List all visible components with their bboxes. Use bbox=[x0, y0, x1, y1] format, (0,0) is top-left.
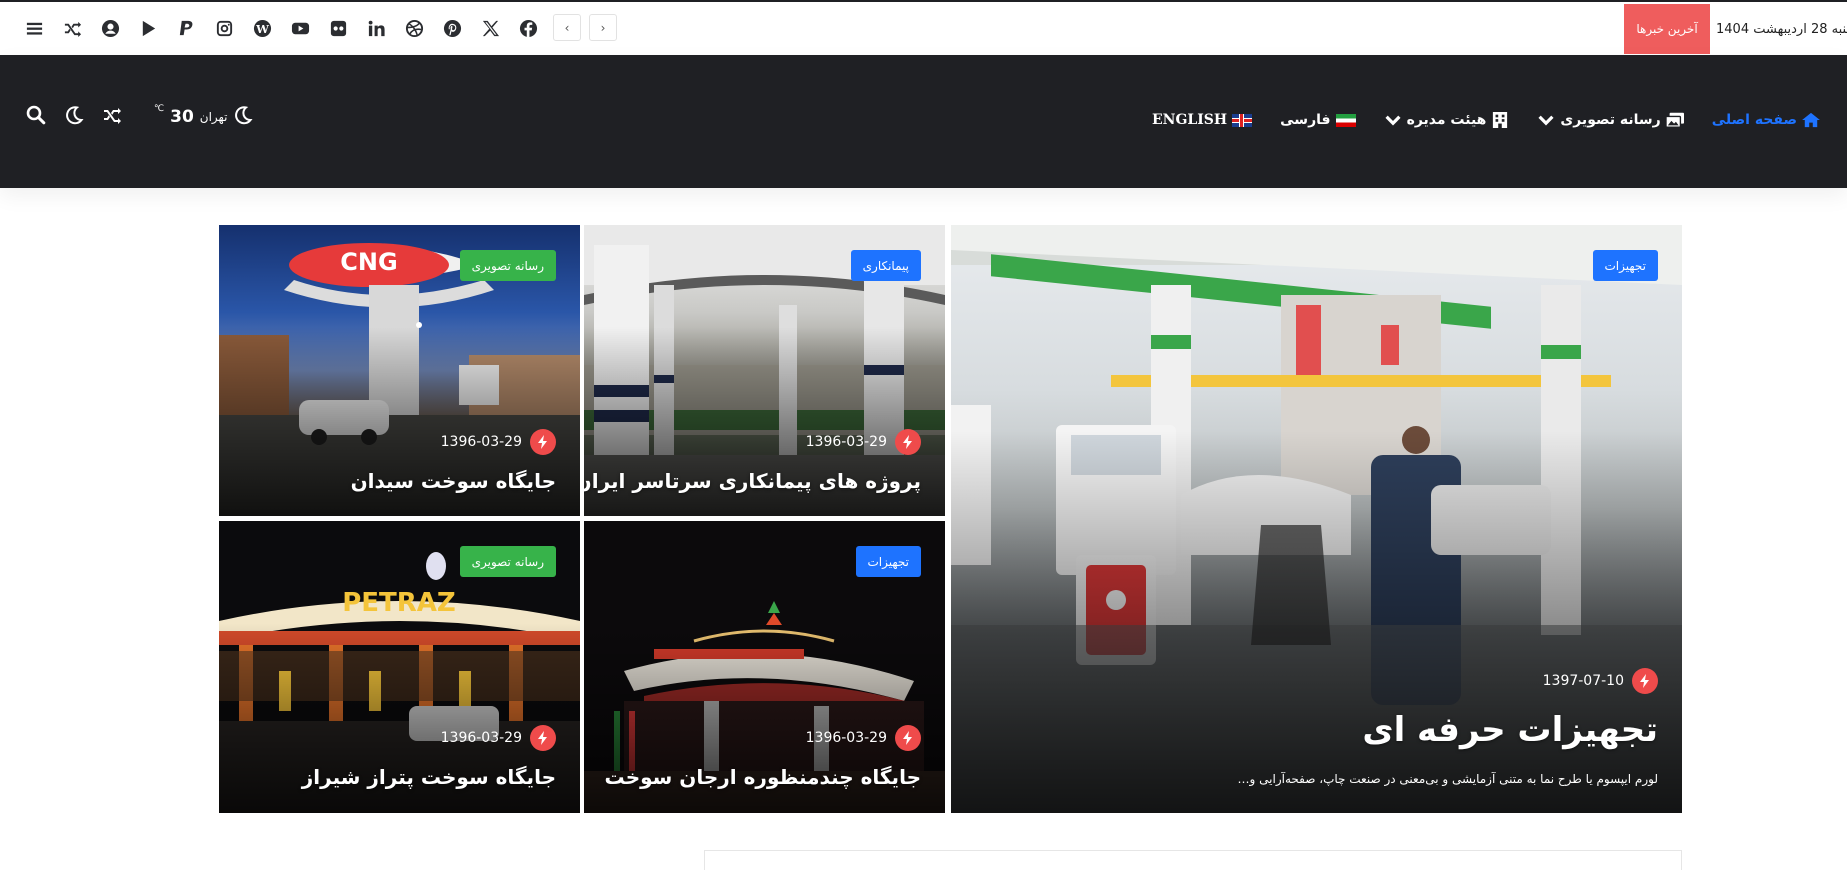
main-menu: صفحه اصلی رسانه تصویری هیئت مدیره فارسی … bbox=[1140, 105, 1820, 135]
nav-tools: تهران 30 ℃ bbox=[26, 104, 253, 129]
post-date: 1396-03-29 bbox=[805, 730, 887, 746]
ticker-pager: ‹ › bbox=[553, 14, 617, 41]
content-box bbox=[704, 850, 1682, 870]
bolt-icon bbox=[895, 725, 921, 751]
instagram-icon[interactable] bbox=[210, 14, 238, 42]
youtube-icon[interactable] bbox=[286, 14, 314, 42]
building-icon bbox=[1493, 112, 1508, 128]
menu-english-label: ENGLISH bbox=[1151, 112, 1228, 128]
x-icon[interactable] bbox=[476, 14, 504, 42]
linkedin-icon[interactable] bbox=[362, 14, 390, 42]
menu-icon[interactable] bbox=[20, 14, 48, 42]
post-meta: 1396-03-29 bbox=[806, 429, 921, 455]
menu-home-label: صفحه اصلی bbox=[1711, 112, 1797, 128]
category-badge[interactable]: رسانه تصویری bbox=[459, 250, 556, 281]
post-tile[interactable]: پیمانکاری 1396-03-29 پروژه های پیمانکاری… bbox=[584, 225, 945, 516]
menu-media[interactable]: رسانه تصویری bbox=[1537, 112, 1684, 128]
breaking-news-label: آخرین خبرها bbox=[1624, 4, 1710, 54]
menu-english[interactable]: ENGLISH bbox=[1151, 112, 1253, 128]
user-icon[interactable] bbox=[96, 14, 124, 42]
random-post-icon[interactable] bbox=[102, 105, 122, 129]
featured-excerpt: لورم ایپسوم یا طرح نما به متنی آزمایشی و… bbox=[1237, 772, 1658, 786]
post-tile[interactable]: تجهیزات 1396-03-29 جایگاه چندمنظوره ارجا… bbox=[584, 521, 945, 813]
menu-board[interactable]: هیئت مدیره bbox=[1384, 112, 1510, 128]
play-icon[interactable] bbox=[134, 14, 162, 42]
post-title[interactable]: پروژه های پیمانکاری سرتاسر ایران bbox=[584, 469, 921, 493]
weather-city: تهران bbox=[199, 110, 228, 124]
featured-post[interactable]: تجهیزات 1397-07-10 تجهیزات حرفه ای لورم … bbox=[951, 225, 1682, 813]
bolt-icon bbox=[530, 429, 556, 455]
weather-unit: ℃ bbox=[154, 104, 165, 114]
dribbble-icon[interactable] bbox=[400, 14, 428, 42]
menu-media-label: رسانه تصویری bbox=[1560, 112, 1661, 128]
featured-category-badge[interactable]: تجهیزات bbox=[1592, 250, 1658, 281]
post-meta: 1396-03-29 bbox=[441, 725, 556, 751]
facebook-icon[interactable] bbox=[514, 14, 542, 42]
post-meta: 1396-03-29 bbox=[806, 725, 921, 751]
bolt-icon bbox=[1632, 668, 1658, 694]
chevron-down-icon bbox=[1538, 115, 1554, 126]
weather-widget: تهران 30 ℃ bbox=[154, 104, 253, 129]
bolt-icon bbox=[895, 429, 921, 455]
ticker-next-button[interactable]: › bbox=[589, 14, 617, 41]
ticker-prev-button[interactable]: ‹ bbox=[553, 14, 581, 41]
category-badge[interactable]: رسانه تصویری bbox=[459, 546, 556, 577]
category-badge[interactable]: پیمانکاری bbox=[850, 250, 921, 281]
menu-farsi[interactable]: فارسی bbox=[1280, 112, 1356, 128]
pinterest-icon[interactable] bbox=[438, 14, 466, 42]
uk-flag-icon bbox=[1232, 113, 1253, 127]
svg-text:W: W bbox=[255, 21, 269, 35]
bolt-icon bbox=[530, 725, 556, 751]
chevron-down-icon bbox=[1385, 115, 1401, 126]
featured-date: 1397-07-10 bbox=[1542, 673, 1624, 689]
wordpress-icon[interactable]: W bbox=[248, 14, 276, 42]
search-icon[interactable] bbox=[26, 105, 46, 129]
post-tile[interactable]: CNG رسانه تصویری 1396-03-29 جایگاه سوخت … bbox=[219, 225, 580, 516]
images-icon bbox=[1665, 112, 1684, 128]
iran-flag-icon bbox=[1335, 113, 1356, 127]
paypal-icon[interactable] bbox=[172, 14, 200, 42]
featured-title[interactable]: تجهیزات حرفه ای bbox=[1362, 710, 1658, 750]
post-meta: 1396-03-29 bbox=[441, 429, 556, 455]
flickr-icon[interactable] bbox=[324, 14, 352, 42]
post-date: 1396-03-29 bbox=[440, 434, 522, 450]
menu-home[interactable]: صفحه اصلی bbox=[1712, 112, 1820, 128]
post-title[interactable]: جایگاه چندمنظوره ارجان سوخت bbox=[605, 765, 921, 789]
weather-temp: 30 bbox=[170, 107, 194, 127]
post-date: 1396-03-29 bbox=[440, 730, 522, 746]
shuffle-icon[interactable] bbox=[58, 14, 86, 42]
dark-mode-icon[interactable] bbox=[64, 105, 84, 129]
top-bar: W ‹ › آخرین خبرها پنجشنبه 28 اردیبهشت 14… bbox=[0, 0, 1847, 55]
home-icon bbox=[1802, 112, 1820, 128]
post-tile[interactable]: PETRAZ رسانه تصویری 1396-03-29 جایگاه سو… bbox=[219, 521, 580, 813]
post-title[interactable]: جایگاه سوخت پتراز شیراز bbox=[302, 765, 556, 789]
social-icons: W bbox=[20, 14, 542, 42]
post-title[interactable]: جایگاه سوخت سیدان bbox=[351, 469, 556, 493]
post-date: 1396-03-29 bbox=[805, 434, 887, 450]
moon-weather-icon bbox=[233, 105, 253, 129]
current-date: پنجشنبه 28 اردیبهشت 1404 bbox=[1716, 21, 1847, 37]
main-navbar: تهران 30 ℃ صفحه اصلی رسانه تصویری هیئت م… bbox=[0, 55, 1847, 188]
featured-meta: 1397-07-10 bbox=[1543, 668, 1658, 694]
menu-farsi-label: فارسی bbox=[1280, 112, 1331, 128]
category-badge[interactable]: تجهیزات bbox=[855, 546, 921, 577]
menu-board-label: هیئت مدیره bbox=[1406, 112, 1487, 128]
